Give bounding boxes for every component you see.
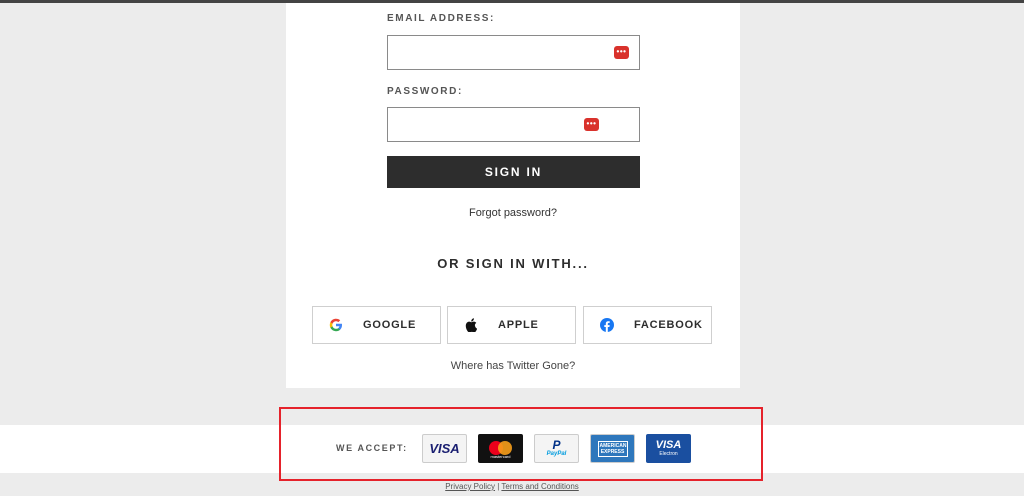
- forgot-password-link[interactable]: Forgot password?: [286, 207, 740, 219]
- apple-signin-button[interactable]: APPLE: [447, 306, 576, 344]
- apple-label: APPLE: [498, 319, 539, 331]
- password-label: PASSWORD:: [387, 86, 463, 97]
- twitter-info-link[interactable]: Where has Twitter Gone?: [286, 360, 740, 372]
- password-manager-icon[interactable]: •••: [584, 118, 599, 131]
- password-manager-icon[interactable]: •••: [614, 46, 629, 59]
- email-field[interactable]: •••: [387, 35, 640, 70]
- facebook-icon: [600, 318, 614, 332]
- or-sign-in-heading: OR SIGN IN WITH...: [437, 256, 589, 271]
- google-label: GOOGLE: [363, 319, 417, 331]
- facebook-signin-button[interactable]: FACEBOOK: [583, 306, 712, 344]
- sign-in-button[interactable]: SIGN IN: [387, 156, 640, 188]
- password-field[interactable]: •••: [387, 107, 640, 142]
- facebook-label: FACEBOOK: [634, 319, 703, 331]
- payment-highlight-box: [279, 407, 763, 481]
- privacy-policy-link[interactable]: Privacy Policy: [445, 482, 495, 491]
- signin-card: EMAIL ADDRESS: ••• PASSWORD: ••• SIGN IN…: [286, 3, 740, 388]
- google-icon: [329, 318, 343, 332]
- google-signin-button[interactable]: GOOGLE: [312, 306, 441, 344]
- apple-icon: [464, 318, 478, 332]
- email-label: EMAIL ADDRESS:: [387, 13, 495, 24]
- footer-separator: |: [497, 482, 500, 491]
- terms-link[interactable]: Terms and Conditions: [501, 482, 578, 491]
- footer-links: Privacy Policy | Terms and Conditions: [0, 482, 1024, 491]
